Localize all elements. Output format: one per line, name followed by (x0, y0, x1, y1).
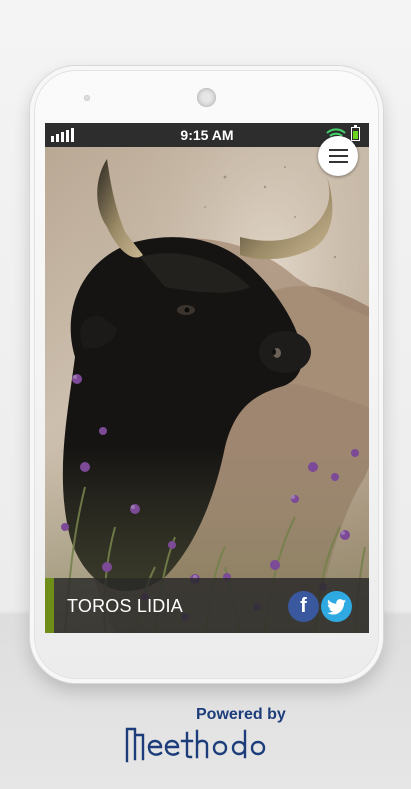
twitter-icon (327, 598, 346, 615)
twitter-share-button[interactable] (321, 591, 352, 622)
hero-title: TOROS LIDIA (67, 596, 183, 616)
menu-icon (329, 155, 348, 157)
hero-photo-bull (45, 147, 369, 633)
bull-illustration (45, 147, 369, 633)
menu-icon (329, 149, 348, 151)
menu-icon (329, 161, 348, 163)
phone-screen: 9:15 AM TOROS LIDIA f (45, 123, 369, 633)
powered-by-branding: Powered by (125, 706, 295, 766)
status-bar: 9:15 AM (45, 123, 369, 147)
phone-frame: 9:15 AM TOROS LIDIA f (30, 66, 383, 683)
caption-accent-stripe (45, 578, 54, 633)
powered-by-label: Powered by (196, 706, 286, 723)
status-time: 9:15 AM (180, 127, 234, 143)
facebook-share-button[interactable]: f (288, 591, 319, 622)
meethodo-logo (125, 727, 266, 763)
battery-icon (351, 125, 360, 141)
hero-caption-bar: TOROS LIDIA f (45, 578, 369, 633)
camera-dot (84, 95, 90, 101)
earpiece-speaker (197, 88, 216, 107)
hamburger-menu-button[interactable] (318, 136, 358, 176)
facebook-icon: f (300, 595, 307, 617)
